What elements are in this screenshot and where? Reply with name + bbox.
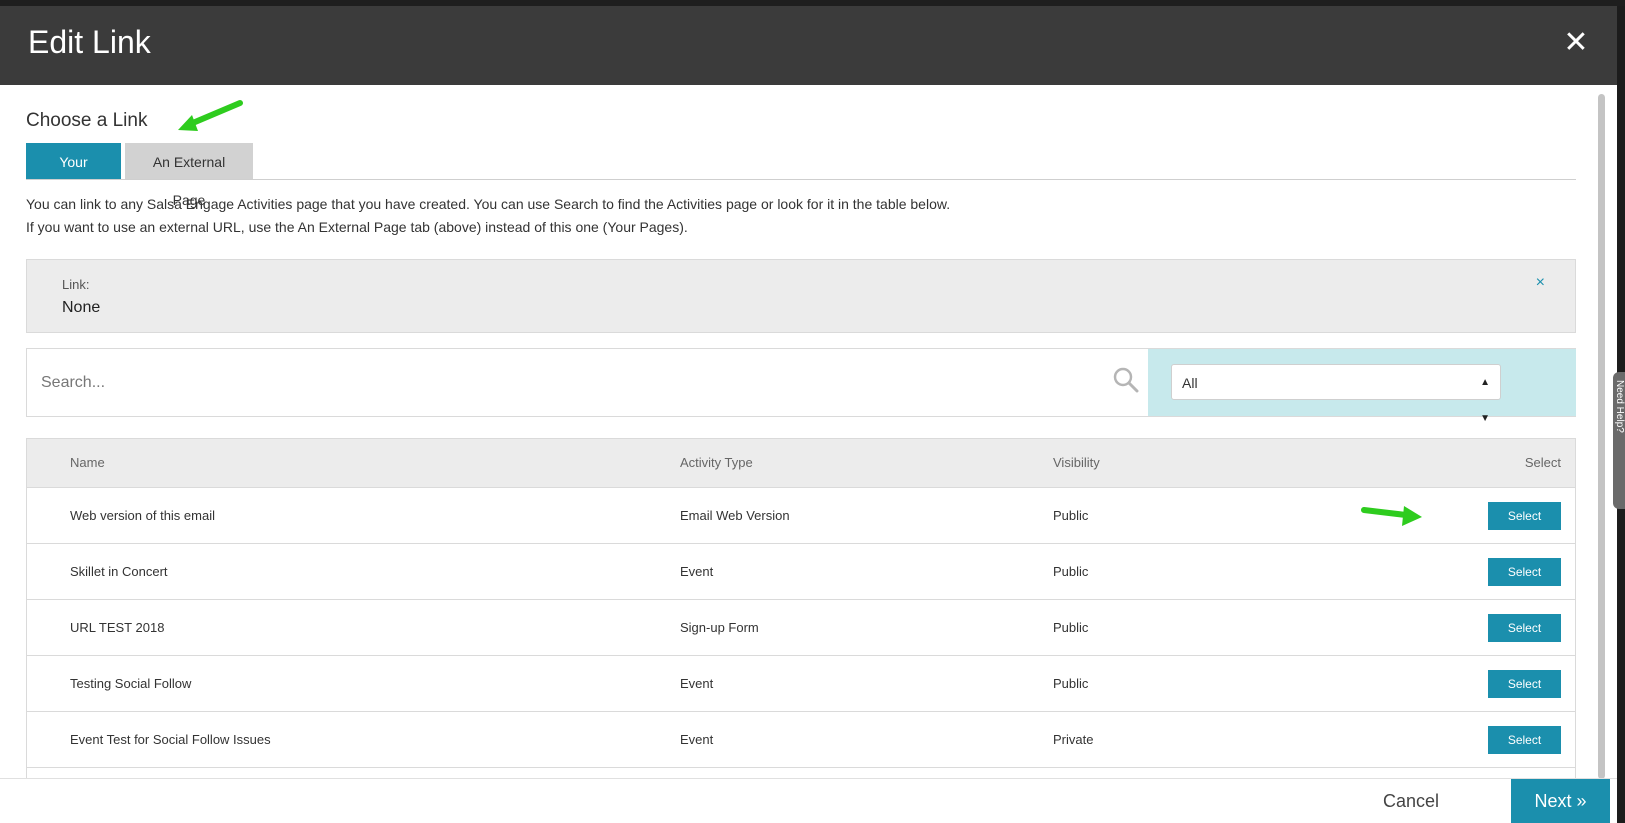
description-line: If you want to use an external URL, use … [26, 219, 688, 235]
edit-link-modal: Edit Link ✕ Choose a Link Your Pages An … [0, 6, 1617, 823]
row-name: Skillet in Concert [70, 564, 168, 579]
table-row: URL TEST 2018 Sign-up Form Public Select [27, 600, 1575, 656]
modal-title: Edit Link [28, 24, 151, 60]
help-side-tab-label: Need Help? [1614, 380, 1625, 433]
row-name: Web version of this email [70, 508, 215, 523]
link-value: None [62, 299, 101, 316]
modal-header: Edit Link ✕ [0, 6, 1617, 85]
clear-link-icon[interactable]: × [1536, 274, 1545, 292]
row-visibility: Public [1053, 564, 1089, 579]
table-row: Web version of this email Email Web Vers… [27, 488, 1575, 544]
select-arrows-icon: ▲ ▼ [1480, 377, 1490, 424]
select-button[interactable]: Select [1488, 614, 1561, 642]
select-button[interactable]: Select [1488, 670, 1561, 698]
close-icon[interactable]: ✕ [1559, 26, 1593, 60]
filter-selected-value: All [1182, 375, 1198, 391]
description: You can link to any Salsa Engage Activit… [26, 193, 950, 239]
description-line: You can link to any Salsa Engage Activit… [26, 196, 951, 212]
row-activity-type: Event [680, 732, 714, 747]
tab-external-page[interactable]: An External Page [125, 143, 253, 208]
select-button[interactable]: Select [1488, 502, 1561, 530]
activity-filter-select[interactable]: All ▲ ▼ [1171, 364, 1501, 424]
annotation-arrow-icon [178, 100, 243, 131]
cancel-button[interactable]: Cancel [1383, 779, 1439, 823]
search-row: All ▲▼ [26, 348, 1576, 424]
row-name: Event Test for Social Follow Issues [70, 732, 271, 747]
select-button[interactable]: Select [1488, 726, 1561, 754]
row-visibility: Public [1053, 676, 1089, 691]
row-activity-type: Email Web Version [680, 508, 790, 523]
row-activity-type: Event [680, 564, 714, 579]
table-row: Event Test for Social Follow Issues Even… [27, 712, 1575, 768]
next-button[interactable]: Next » [1511, 779, 1610, 823]
table-row: Skillet in Concert Event Public Select [27, 544, 1575, 600]
column-header-select: Select [1524, 455, 1561, 470]
link-label: Link: [62, 277, 90, 292]
link-tabs: Your Pages An External Page [26, 143, 1576, 208]
row-visibility: Public [1053, 508, 1089, 523]
modal-footer: Cancel Next » [0, 778, 1617, 823]
annotation-arrow-icon [1361, 506, 1422, 526]
tab-your-pages[interactable]: Your Pages [26, 143, 121, 208]
row-activity-type: Sign-up Form [680, 620, 759, 635]
select-button[interactable]: Select [1488, 558, 1561, 586]
column-header-name[interactable]: Name [70, 439, 105, 487]
column-header-activity-type[interactable]: Activity Type [680, 439, 753, 487]
row-name: Testing Social Follow [70, 676, 192, 691]
table-header: Name Activity Type Visibility Select [27, 439, 1575, 488]
table-row: Testing Social Follow Event Public Selec… [27, 656, 1575, 712]
pages-table: Name Activity Type Visibility Select Web… [26, 438, 1576, 781]
filter-panel: All ▲ ▼ [1148, 349, 1576, 424]
search-icon[interactable] [1113, 367, 1139, 393]
scrollbar-thumb[interactable] [1598, 94, 1605, 779]
column-header-visibility[interactable]: Visibility [1053, 439, 1100, 487]
row-activity-type: Event [680, 676, 714, 691]
current-link-box: Link: None × [26, 259, 1576, 333]
modal-content: Choose a Link Your Pages An External Pag… [26, 85, 1576, 781]
row-visibility: Private [1053, 732, 1094, 747]
search-input[interactable] [27, 349, 1147, 416]
choose-link-title: Choose a Link [26, 110, 148, 131]
row-name: URL TEST 2018 [70, 620, 165, 635]
row-visibility: Public [1053, 620, 1089, 635]
